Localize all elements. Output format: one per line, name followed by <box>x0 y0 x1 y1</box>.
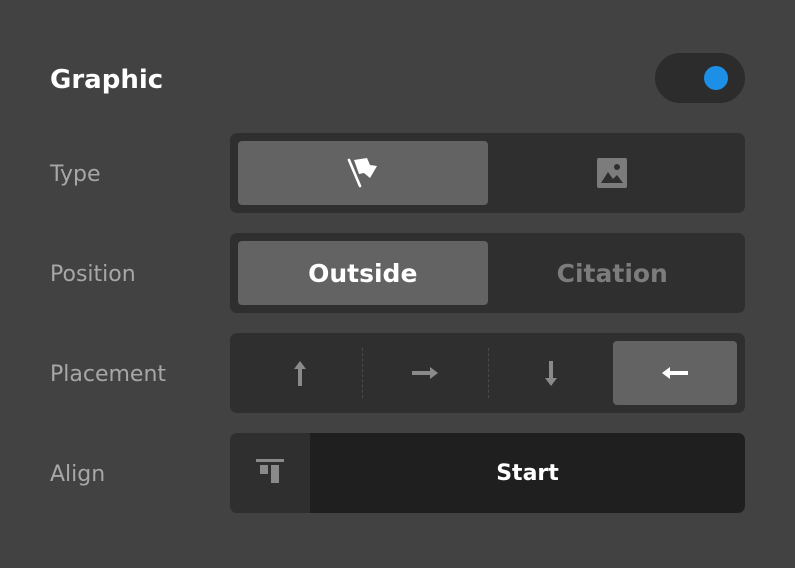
arrow-left-icon <box>661 367 688 379</box>
placement-option-bottom[interactable] <box>489 341 613 405</box>
type-option-flag[interactable] <box>238 141 488 205</box>
placement-label: Placement <box>50 362 167 387</box>
align-value: Start <box>496 460 559 486</box>
graphic-toggle[interactable] <box>655 53 745 103</box>
position-label: Position <box>50 262 136 287</box>
placement-selector <box>230 333 745 413</box>
position-option-citation[interactable]: Citation <box>488 241 738 305</box>
placement-option-top[interactable] <box>238 341 362 405</box>
align-select[interactable]: Start <box>310 433 745 513</box>
arrow-right-icon <box>412 367 439 379</box>
align-label: Align <box>50 462 106 487</box>
panel-title: Graphic <box>50 65 164 95</box>
placement-option-left[interactable] <box>612 341 737 405</box>
toggle-knob <box>704 66 728 90</box>
type-label: Type <box>50 162 101 187</box>
arrow-down-icon <box>544 361 557 386</box>
align-icon-button[interactable] <box>230 433 310 513</box>
type-selector <box>230 133 745 213</box>
arrow-up-icon <box>294 361 307 386</box>
align-top-icon <box>256 459 284 483</box>
flag-icon <box>347 158 377 188</box>
position-option-outside[interactable]: Outside <box>238 241 488 305</box>
position-option-label: Citation <box>556 258 668 288</box>
type-option-image[interactable] <box>488 141 738 205</box>
image-icon <box>597 158 628 188</box>
position-option-label: Outside <box>308 258 418 288</box>
align-control: Start <box>230 433 745 513</box>
placement-option-right[interactable] <box>363 341 487 405</box>
position-selector: Outside Citation <box>230 233 745 313</box>
